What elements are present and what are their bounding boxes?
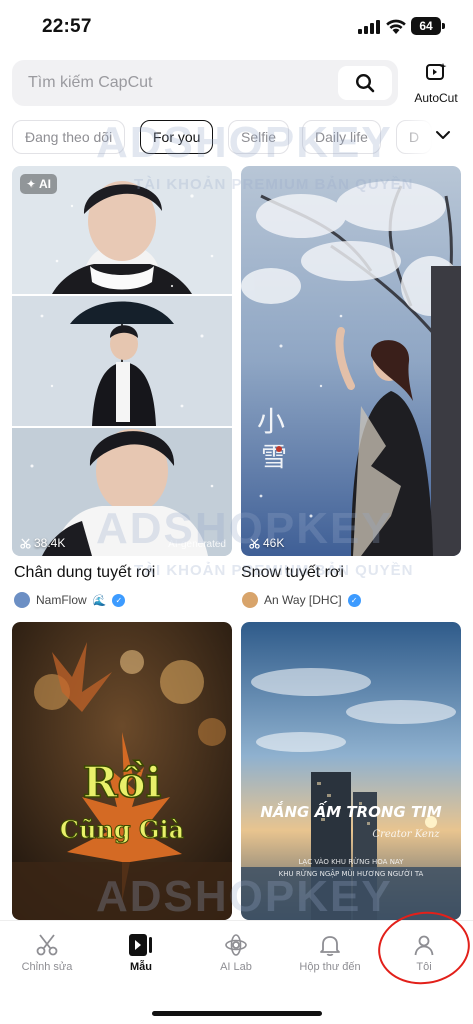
overlay-signature: Creator Kenz [372, 829, 440, 840]
tab-following[interactable]: Đang theo dõi [12, 120, 126, 154]
svg-text:雪: 雪 [261, 443, 287, 473]
verified-icon: ✓ [347, 593, 361, 607]
scissors-icon [36, 934, 58, 956]
ai-badge: ✦ AI [20, 174, 57, 194]
template-icon [129, 934, 152, 956]
template-card[interactable]: Rồi Cũng Già [12, 622, 232, 920]
avatar [242, 592, 258, 608]
overlay-caption-2: KHU RỪNG NGẬP MÙI HƯƠNG NGƯỜI TA [279, 869, 424, 878]
template-card[interactable]: 小 雪 46K [241, 166, 461, 556]
nav-inbox[interactable]: Hộp thư đến [290, 933, 370, 973]
scissors-small-icon [20, 538, 31, 549]
avatar [14, 592, 30, 608]
autocut-label: AutoCut [414, 91, 458, 105]
template-card[interactable]: NẮNG ẤM TRONG TIM Creator Kenz LẠC VÀO K… [241, 622, 461, 920]
autocut-button[interactable]: AutoCut [406, 62, 466, 106]
verified-icon: ✓ [112, 593, 126, 607]
wifi-icon [386, 19, 406, 34]
wave-emoji-icon: 🌊 [92, 594, 107, 607]
search-button[interactable] [338, 66, 392, 100]
usage-count: 38.4K [20, 536, 65, 550]
template-card[interactable]: ✦ AI 38.4K AI-generated [12, 166, 232, 556]
creator-name: NamFlow [36, 593, 87, 607]
creator-name: An Way [DHC] [264, 593, 342, 607]
nav-templates[interactable]: Mẫu [101, 933, 181, 973]
tab-selfie[interactable]: Selfie [228, 120, 290, 154]
nav-label: AI Lab [220, 961, 252, 973]
overlay-title-2: Cũng Già [60, 815, 184, 844]
battery-tip [442, 23, 445, 29]
svg-text:小: 小 [257, 405, 285, 438]
template-thumbnail: 小 雪 [241, 166, 461, 556]
creator-info[interactable]: An Way [DHC] ✓ [242, 592, 361, 608]
status-time: 22:57 [42, 16, 92, 37]
ai-generated-label: AI-generated [168, 539, 226, 550]
overlay-caption-1: LẠC VÀO KHU RỪNG HOA NAY [299, 857, 405, 866]
nav-ai-lab[interactable]: AI Lab [196, 933, 276, 973]
bell-icon [320, 936, 340, 957]
search-icon [355, 73, 375, 93]
nav-label: Hộp thư đến [299, 961, 361, 973]
template-thumbnail: NẮNG ẤM TRONG TIM Creator Kenz LẠC VÀO K… [241, 622, 461, 920]
template-title[interactable]: Snow tuyết rơi [241, 564, 344, 582]
home-indicator [152, 1011, 322, 1016]
autocut-icon [426, 63, 447, 80]
creator-info[interactable]: NamFlow 🌊 ✓ [14, 592, 126, 608]
overlay-title: NẮNG ẤM TRONG TIM [260, 800, 441, 821]
usage-count: 46K [249, 536, 284, 550]
nav-edit[interactable]: Chỉnh sửa [7, 933, 87, 973]
template-title[interactable]: Chân dung tuyết rơi [14, 564, 155, 582]
battery-icon: 64 [411, 17, 441, 35]
scissors-small-icon [249, 538, 260, 549]
ai-lab-icon [225, 934, 247, 956]
usage-count-value: 46K [263, 536, 285, 550]
nav-label: Chỉnh sửa [21, 961, 73, 973]
chevron-down-icon[interactable] [434, 126, 452, 144]
usage-count-value: 38.4K [34, 536, 66, 550]
template-thumbnail: Rồi Cũng Già [12, 622, 232, 920]
status-bar: 22:57 64 [0, 0, 473, 54]
nav-label: Mẫu [130, 961, 152, 973]
tab-daily-life[interactable]: Daily life [302, 120, 381, 154]
search-placeholder: Tìm kiếm CapCut [28, 74, 153, 91]
overlay-title-1: Rồi [83, 758, 162, 807]
tab-for-you[interactable]: For you [140, 120, 214, 154]
cellular-signal-icon [358, 20, 380, 34]
template-thumbnail [12, 166, 232, 556]
search-input[interactable]: Tìm kiếm CapCut [12, 60, 398, 106]
ai-badge-label: AI [38, 177, 51, 191]
